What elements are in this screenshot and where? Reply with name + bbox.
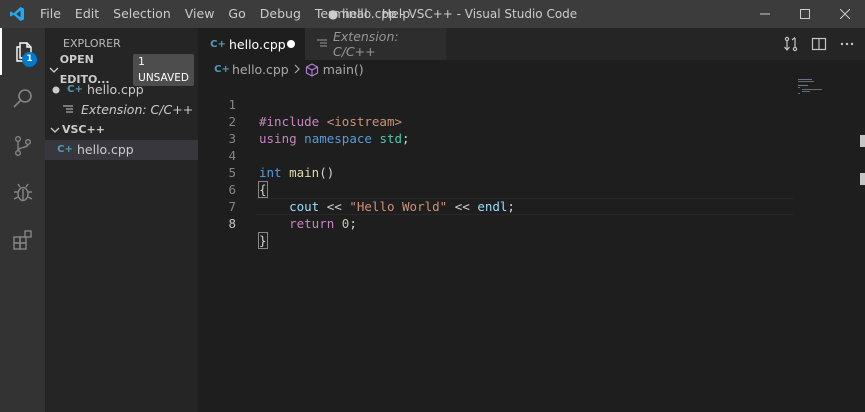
menu-go[interactable]: Go (221, 0, 252, 28)
preview-icon (45, 105, 77, 115)
source-control-icon[interactable] (0, 122, 45, 169)
files-icon[interactable]: 1 (0, 28, 45, 75)
unsaved-dot-icon[interactable] (287, 40, 295, 48)
cpp-file-icon: C+ (214, 64, 230, 75)
minimap-line (802, 89, 822, 90)
line-number: 8 (228, 216, 236, 231)
breadcrumb-file[interactable]: hello.cpp (232, 62, 289, 77)
minimap-line (798, 87, 800, 88)
explorer-badge: 1 (22, 52, 37, 67)
window-controls (745, 0, 865, 28)
token: return (289, 216, 335, 231)
cpp-file-icon: C+ (57, 144, 73, 155)
search-icon[interactable] (0, 75, 45, 122)
preview-icon (317, 39, 327, 49)
code-line: 6 cout << "Hello World" << endl; (198, 164, 798, 214)
maximize-icon[interactable] (785, 0, 825, 28)
workspace-label: VSC++ (62, 123, 105, 136)
minimap-line (798, 85, 808, 86)
tab-hello-cpp[interactable]: C+ hello.cpp (198, 28, 305, 60)
file-label: hello.cpp (77, 142, 134, 157)
debug-icon[interactable] (0, 169, 45, 216)
explorer-sidebar: EXPLORER OPEN EDITO... 1 UNSAVED C+ hell… (45, 28, 198, 412)
menu-debug[interactable]: Debug (253, 0, 308, 28)
code-line: 5 { (198, 147, 798, 198)
code-line: 2 using namespace std; (198, 96, 798, 146)
code-line: 3 (198, 113, 798, 146)
tab-label: hello.cpp (229, 36, 286, 52)
chevron-down-icon (48, 125, 62, 135)
minimize-icon[interactable] (745, 0, 785, 28)
menu-selection[interactable]: Selection (106, 0, 178, 28)
minimap-line (798, 93, 800, 94)
minimap-line (802, 91, 810, 92)
editor-tab-bar: C+ hello.cpp Extension: C/C++ (198, 28, 865, 60)
file-hello-cpp[interactable]: C+ hello.cpp (45, 140, 198, 160)
compare-changes-icon[interactable] (777, 28, 805, 60)
code-line: 7 return 0; (198, 181, 798, 231)
open-editors-header[interactable]: OPEN EDITO... 1 UNSAVED (45, 53, 198, 86)
token: ; (349, 216, 357, 231)
cpp-file-icon: C+ (210, 38, 226, 50)
code-line: 1 #include <iostream> (198, 79, 798, 129)
code-line: 4 int main() (198, 130, 798, 180)
title-bar: File Edit Selection View Go Debug Termin… (0, 0, 865, 28)
minimap-line (798, 81, 814, 82)
tab-label: Extension: C/C++ (333, 29, 399, 59)
scroll-marker (860, 173, 865, 185)
open-editor-label: Extension: C/C++ (81, 102, 194, 117)
breadcrumb-symbol[interactable]: main() (323, 62, 364, 77)
activity-bar: 1 (0, 28, 45, 412)
chevron-right-icon (293, 62, 301, 77)
scroll-marker (860, 135, 865, 147)
workspace-header[interactable]: VSC++ (45, 120, 198, 140)
menu-bar: File Edit Selection View Go Debug Termin… (34, 0, 417, 28)
more-actions-icon[interactable] (833, 28, 861, 60)
menu-terminal[interactable]: Terminal (308, 0, 375, 28)
code-editor[interactable]: 1 #include <iostream> 2 using namespace … (198, 79, 865, 412)
breadcrumb: C+ hello.cpp main() (198, 60, 865, 79)
modified-dot-icon[interactable] (45, 86, 67, 94)
close-icon[interactable] (825, 0, 865, 28)
editor-actions (777, 28, 861, 60)
menu-edit[interactable]: Edit (68, 0, 106, 28)
code-line: 8 } (198, 198, 798, 249)
vscode-logo-icon (0, 0, 34, 28)
open-editor-extension[interactable]: Extension: C/C++ (45, 100, 198, 120)
menu-view[interactable]: View (178, 0, 222, 28)
minimap-line (798, 79, 812, 80)
token: } (258, 232, 268, 249)
extensions-icon[interactable] (0, 216, 45, 263)
minimap[interactable] (798, 79, 856, 99)
chevron-down-icon (48, 65, 60, 75)
menu-help[interactable]: Help (375, 0, 418, 28)
tab-extension[interactable]: Extension: C/C++ (305, 28, 446, 60)
split-editor-icon[interactable] (805, 28, 833, 60)
menu-file[interactable]: File (34, 0, 68, 28)
cpp-file-icon: C+ (67, 84, 83, 95)
open-editor-label: hello.cpp (87, 82, 144, 97)
method-cube-icon (305, 62, 319, 77)
vertical-scrollbar[interactable] (858, 79, 865, 412)
